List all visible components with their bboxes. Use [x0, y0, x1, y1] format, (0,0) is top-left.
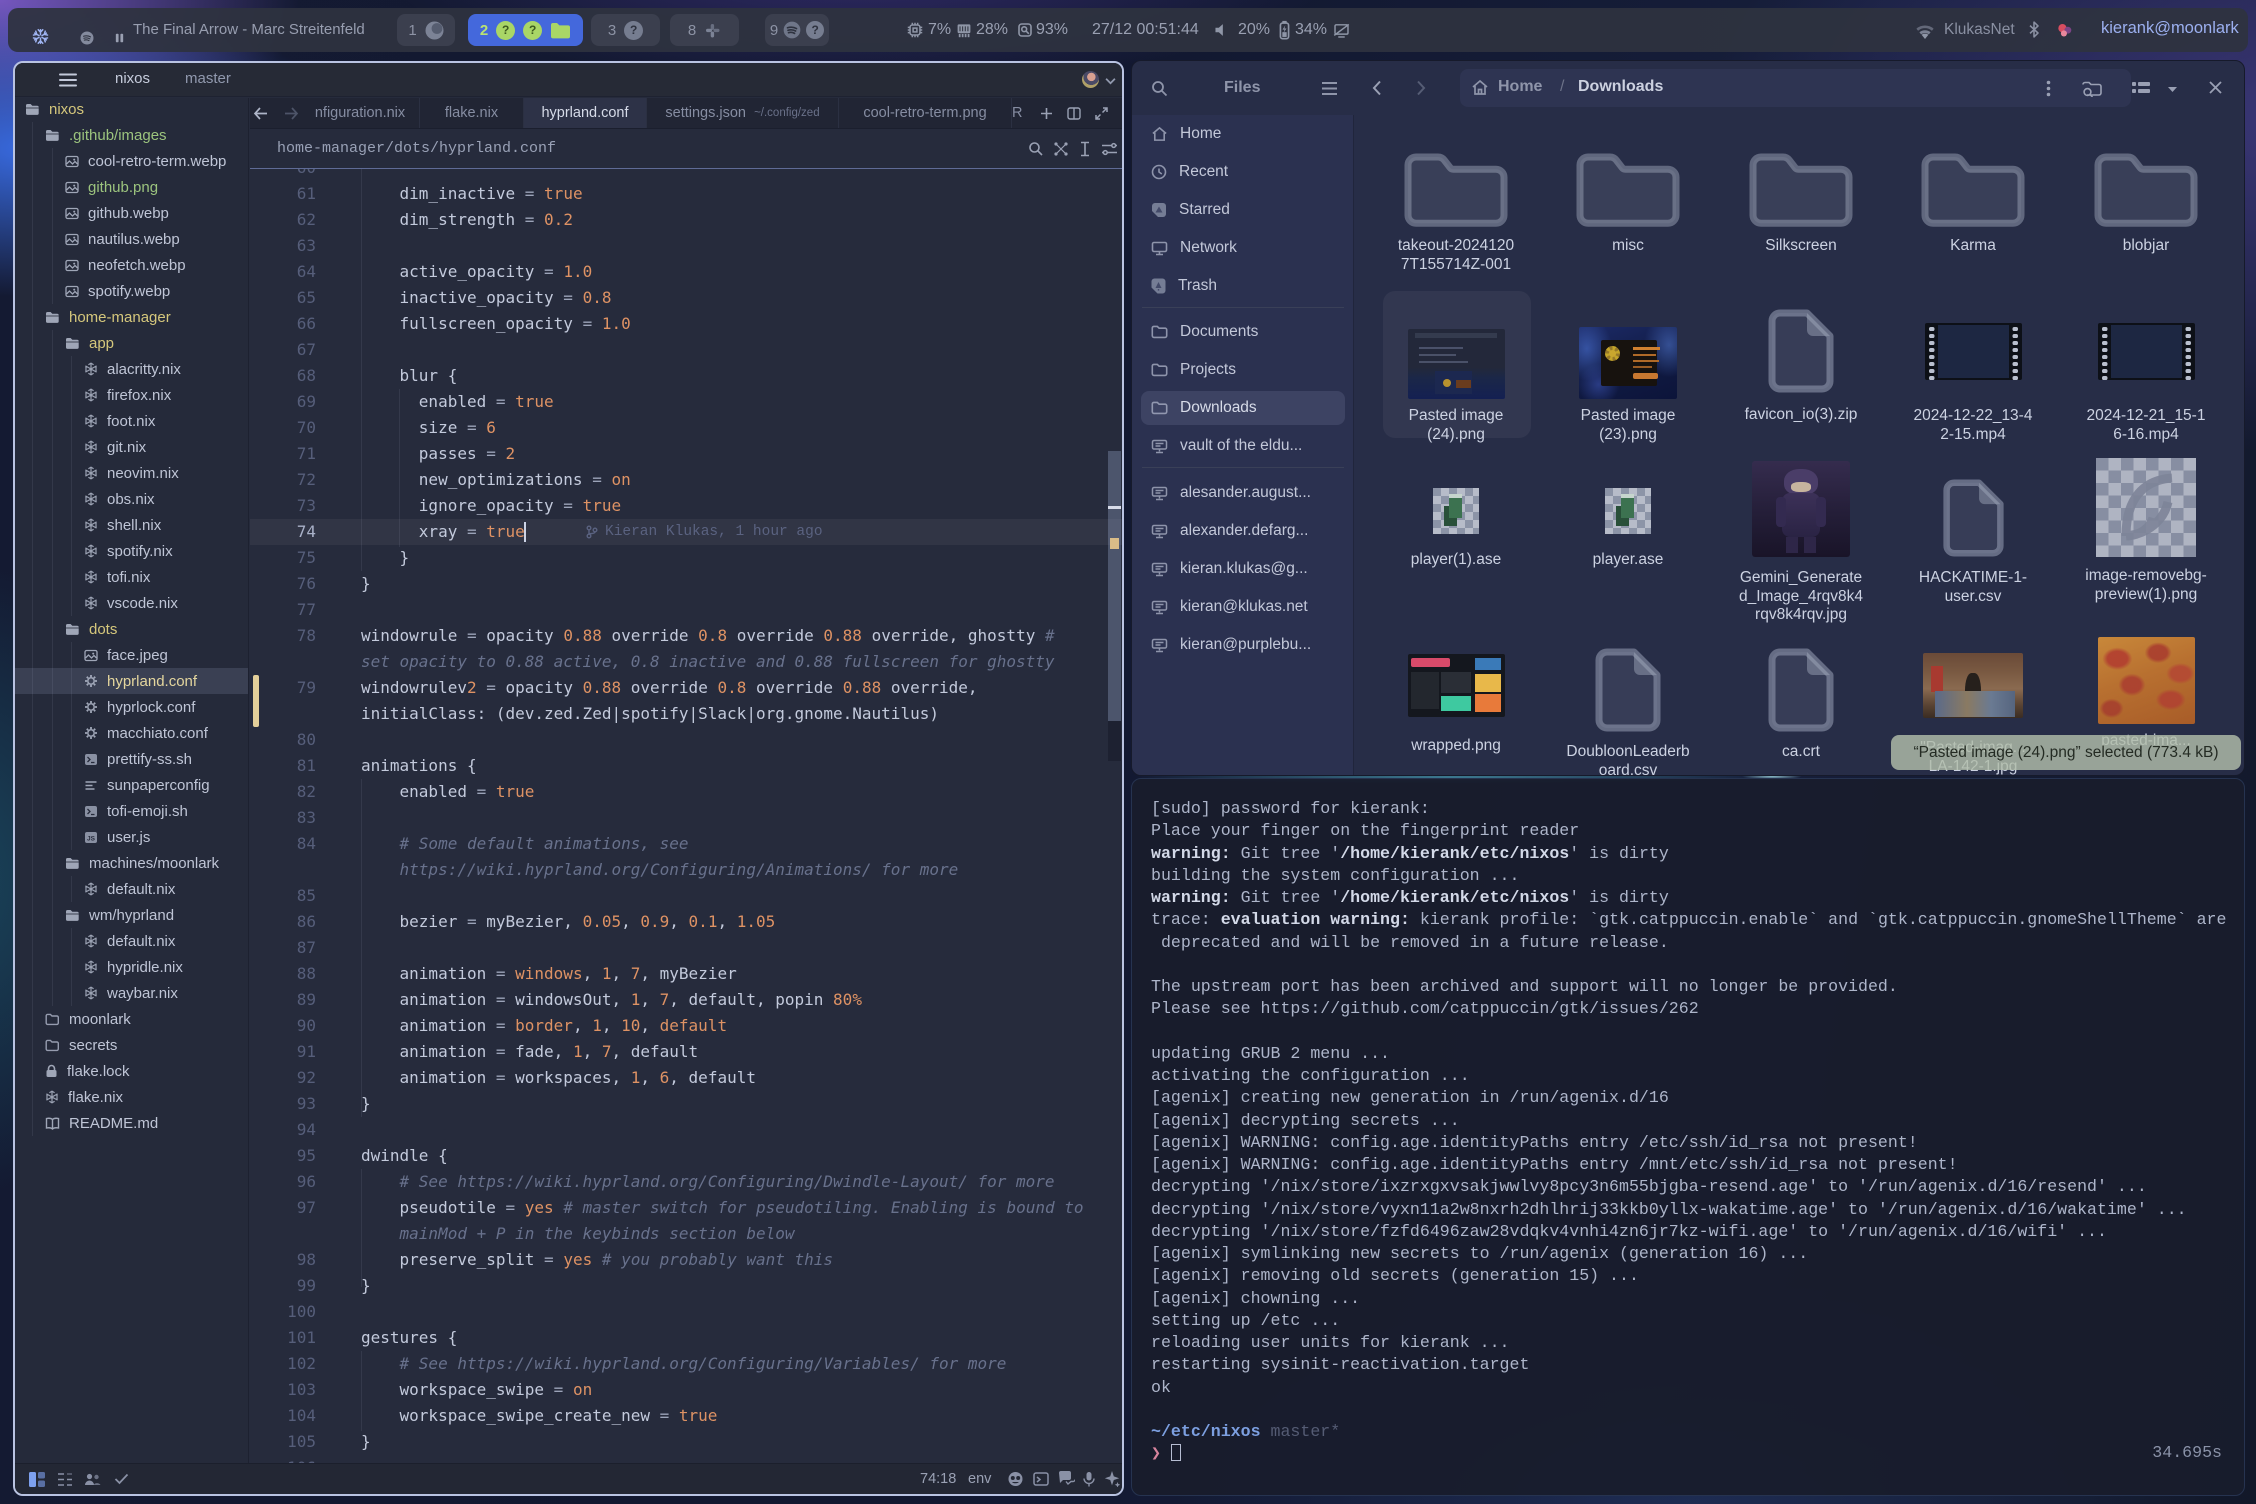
svg-text:JS: JS — [87, 835, 96, 842]
